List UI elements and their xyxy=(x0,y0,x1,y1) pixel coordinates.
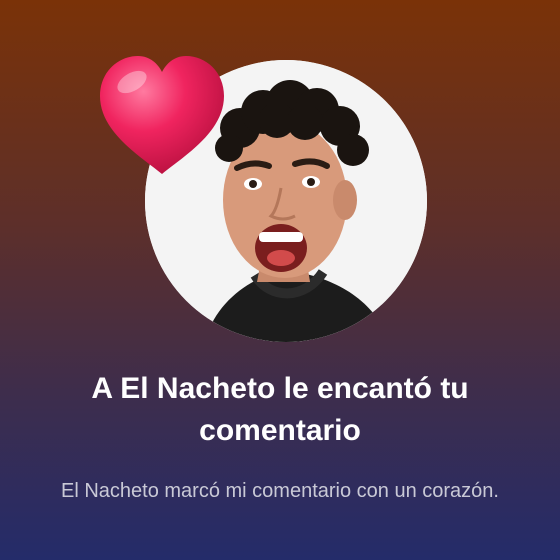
notification-card: A El Nacheto le encantó tu comentario El… xyxy=(0,0,560,560)
notification-title: A El Nacheto le encantó tu comentario xyxy=(91,372,469,447)
notification-subtitle: El Nacheto marcó mi comentario con un co… xyxy=(61,480,499,502)
heart-icon xyxy=(100,56,224,174)
